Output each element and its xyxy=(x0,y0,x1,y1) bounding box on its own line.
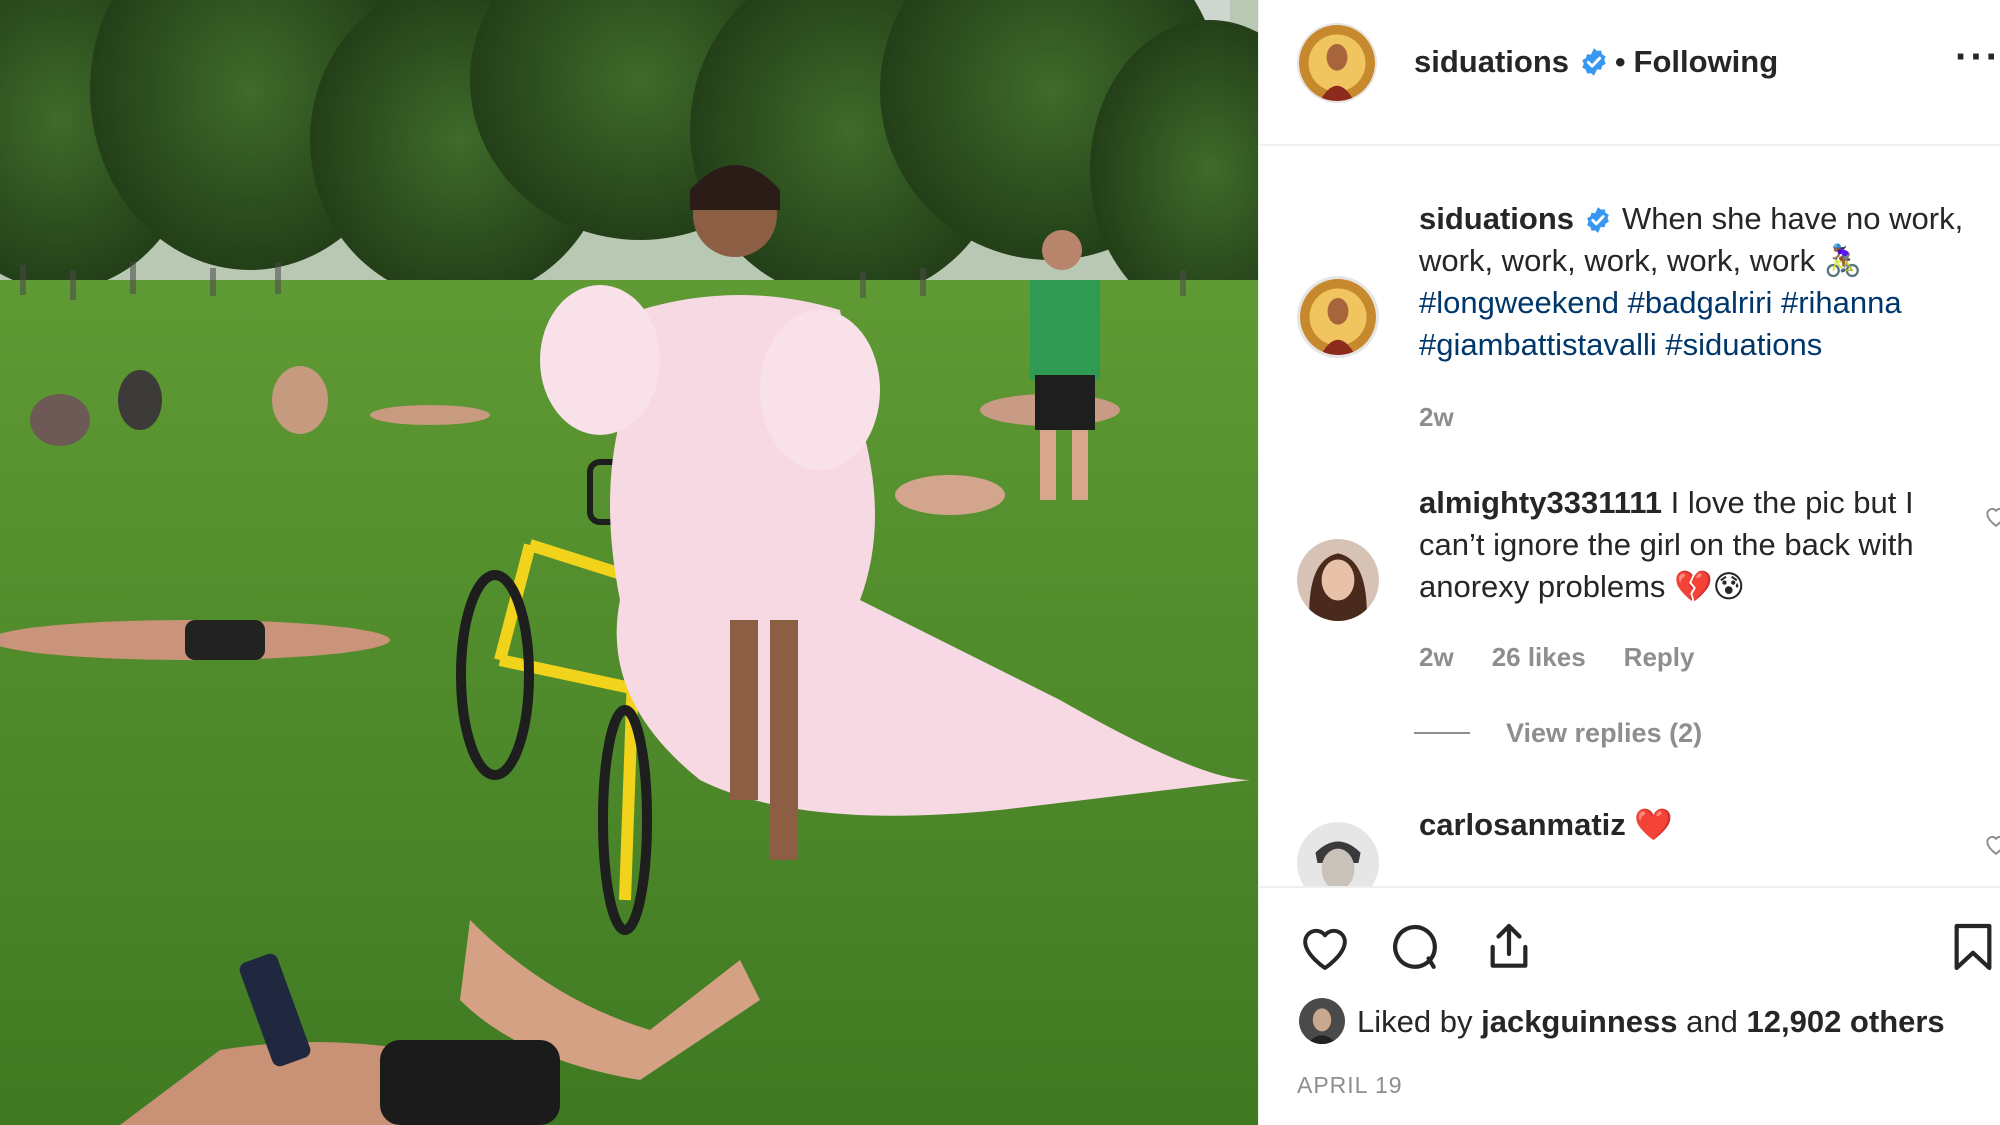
caption-username[interactable]: siduations xyxy=(1419,201,1574,236)
heart-icon[interactable] xyxy=(1297,919,1353,975)
post-sidebar: siduations • Following ··· siduations When … xyxy=(1258,0,2000,1125)
comment-text: carlosanmatiz ❤️ xyxy=(1419,804,1979,846)
author-username[interactable]: siduations xyxy=(1414,44,1569,79)
hashtag-siduations[interactable]: #siduations xyxy=(1665,327,1822,362)
liked-by-prefix: Liked by xyxy=(1357,1004,1473,1039)
post-date[interactable]: APRIL 19 xyxy=(1297,1072,1403,1099)
commenter-avatar[interactable] xyxy=(1297,539,1379,621)
reply-button[interactable]: Reply xyxy=(1624,642,1695,672)
caption-avatar[interactable] xyxy=(1297,276,1379,358)
commenter-avatar[interactable] xyxy=(1297,822,1379,886)
comments-list[interactable]: siduations When she have no work, work, w… xyxy=(1259,146,2000,886)
hashtag-longweekend[interactable]: #longweekend xyxy=(1419,285,1619,320)
bicycle-emoji: 🚴🏾‍♀️ xyxy=(1823,243,1863,278)
separator-dot: • xyxy=(1615,46,1626,79)
comment-like-heart-icon[interactable] xyxy=(1983,503,2000,529)
hashtag-giambattistavalli[interactable]: #giambattistavalli xyxy=(1419,327,1657,362)
bookmark-icon[interactable] xyxy=(1945,919,2000,975)
comment-icon[interactable] xyxy=(1387,919,1443,975)
commenter-username[interactable]: carlosanmatiz xyxy=(1419,807,1626,842)
hashtag-rihanna[interactable]: #rihanna xyxy=(1781,285,1902,320)
liker-username[interactable]: jackguinness xyxy=(1481,1004,1677,1039)
post-actions: Liked by jackguinness and 12,902 others … xyxy=(1259,886,2000,1125)
share-icon[interactable] xyxy=(1481,919,1537,975)
commenter-username[interactable]: almighty3331111 xyxy=(1419,485,1662,520)
comment-timestamp[interactable]: 2w xyxy=(1419,642,1454,672)
hashtag-badgalriri[interactable]: #badgalriri xyxy=(1628,285,1773,320)
park-photo-illustration: 3156 xyxy=(0,0,1258,1125)
liked-by-conjunction: and xyxy=(1686,1004,1738,1039)
comment-meta: 2w 26 likes Reply xyxy=(1419,642,1732,673)
post-header-line: siduations • Following xyxy=(1414,44,1778,80)
verified-badge-icon xyxy=(1584,203,1612,233)
more-options-icon[interactable]: ··· xyxy=(1955,37,2000,77)
likes-count[interactable]: 12,902 others xyxy=(1747,1004,1945,1039)
author-avatar[interactable] xyxy=(1297,23,1377,103)
caption-meta: 2w xyxy=(1419,402,1492,433)
view-replies-button[interactable]: View replies (2) xyxy=(1414,718,1702,749)
comment-emoji: ❤️ xyxy=(1634,807,1673,842)
comment-like-heart-icon[interactable] xyxy=(1983,831,2000,857)
verified-badge-icon xyxy=(1579,47,1609,77)
caption-timestamp[interactable]: 2w xyxy=(1419,402,1454,432)
liker-avatar[interactable] xyxy=(1299,998,1345,1044)
following-button[interactable]: Following xyxy=(1634,44,1779,79)
caption-text: siduations When she have no work, work, w… xyxy=(1419,198,1979,366)
comment-emoji: 💔😰 xyxy=(1674,569,1745,604)
post-photo[interactable]: 3156 xyxy=(0,0,1258,1125)
post-header: siduations • Following ··· xyxy=(1259,0,2000,146)
comment-likes[interactable]: 26 likes xyxy=(1492,642,1586,672)
liked-by-line: Liked by jackguinness and 12,902 others xyxy=(1299,998,1945,1044)
comment-text: almighty3331111 I love the pic but I can… xyxy=(1419,482,1979,608)
